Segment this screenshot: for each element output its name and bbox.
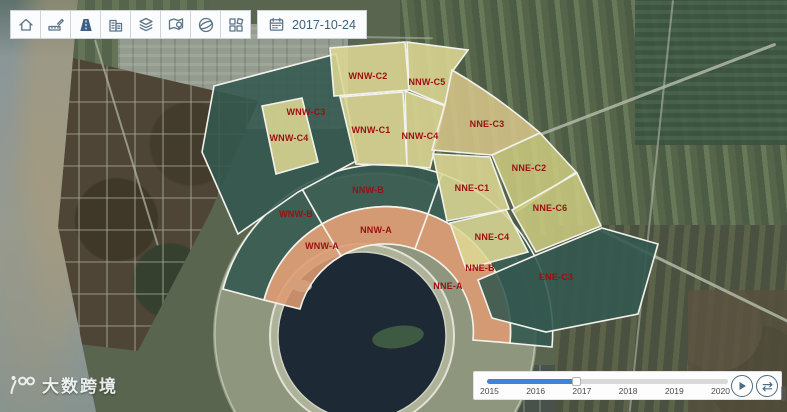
satellite-map[interactable]: WNW-C3 WNW-C4 WNW-C1 WNW-C2 NNW-C5 NNW-C… bbox=[0, 0, 787, 412]
map-search-icon bbox=[168, 17, 183, 30]
zone-label-wnw-a: WNW-A bbox=[305, 241, 339, 251]
measure-button[interactable] bbox=[40, 10, 71, 39]
year-label: 2019 bbox=[664, 386, 684, 396]
year-label: 2016 bbox=[526, 386, 546, 396]
zone-label-nnw-b: NNW-B bbox=[352, 185, 384, 195]
timeline-track[interactable] bbox=[487, 377, 728, 386]
timeline-panel: 2015 2016 2017 2018 2019 2020 bbox=[473, 371, 782, 400]
zone-label-nne-c1: NNE-C1 bbox=[455, 183, 490, 193]
apps-grid-button[interactable] bbox=[220, 10, 251, 39]
swap-icon bbox=[761, 381, 773, 391]
zone-label-nne-b: NNE-B bbox=[465, 263, 495, 273]
map-search-button[interactable] bbox=[160, 10, 191, 39]
layers-button[interactable] bbox=[130, 10, 161, 39]
timeline-thumb[interactable] bbox=[572, 377, 582, 386]
zone-label-nne-c4: NNE-C4 bbox=[475, 232, 510, 242]
scrollbar-thumb[interactable] bbox=[781, 386, 786, 401]
zone-label-ene-c3: ENE-C3 bbox=[539, 272, 573, 282]
zone-label-nnw-c4: NNW-C4 bbox=[401, 131, 438, 141]
date-value: 2017-10-24 bbox=[292, 17, 356, 32]
play-button[interactable] bbox=[731, 375, 753, 397]
year-label: 2018 bbox=[618, 386, 638, 396]
zone-label-nnw-c5: NNW-C5 bbox=[408, 77, 445, 87]
zone-label-nnw-a: NNW-A bbox=[360, 225, 392, 235]
road-icon bbox=[79, 18, 92, 31]
planning-zones-overlay: WNW-C3 WNW-C4 WNW-C1 WNW-C2 NNW-C5 NNW-C… bbox=[201, 41, 659, 412]
calendar-icon bbox=[269, 17, 284, 31]
zone-label-wnw-c1: WNW-C1 bbox=[351, 125, 390, 135]
year-label: 2017 bbox=[572, 386, 592, 396]
globe-button[interactable] bbox=[190, 10, 221, 39]
zone-label-wnw-c3: WNW-C3 bbox=[286, 107, 325, 117]
zone-label-nne-c3: NNE-C3 bbox=[470, 119, 505, 129]
timeline-progress bbox=[487, 379, 577, 384]
zone-region-wnw-c2[interactable] bbox=[329, 41, 410, 97]
home-button[interactable] bbox=[10, 10, 41, 39]
layers-icon bbox=[138, 17, 153, 31]
year-label: 2020 bbox=[711, 386, 730, 396]
building-button[interactable] bbox=[100, 10, 131, 39]
zone-label-nne-c6: NNE-C6 bbox=[533, 203, 568, 213]
timeline-years: 2015 2016 2017 2018 2019 2020 bbox=[480, 386, 730, 396]
apps-grid-icon bbox=[228, 17, 243, 32]
road-button[interactable] bbox=[70, 10, 101, 39]
zone-label-wnw-c2: WNW-C2 bbox=[348, 71, 387, 81]
building-icon bbox=[108, 19, 122, 32]
zone-label-wnw-b: WNW-B bbox=[279, 209, 313, 219]
compare-swap-button[interactable] bbox=[756, 375, 778, 397]
zone-label-wnw-c4: WNW-C4 bbox=[269, 133, 308, 143]
year-label: 2015 bbox=[480, 386, 499, 396]
home-icon bbox=[18, 18, 33, 31]
measure-icon bbox=[47, 18, 64, 31]
map-application: WNW-C3 WNW-C4 WNW-C1 WNW-C2 NNW-C5 NNW-C… bbox=[0, 0, 787, 412]
globe-icon bbox=[198, 17, 213, 32]
play-icon bbox=[739, 382, 746, 390]
date-picker-button[interactable]: 2017-10-24 bbox=[257, 10, 367, 39]
zone-label-nne-c2: NNE-C2 bbox=[512, 163, 547, 173]
zone-label-nne-a: NNE-A bbox=[433, 281, 463, 291]
map-toolbar: 2017-10-24 bbox=[10, 10, 367, 39]
